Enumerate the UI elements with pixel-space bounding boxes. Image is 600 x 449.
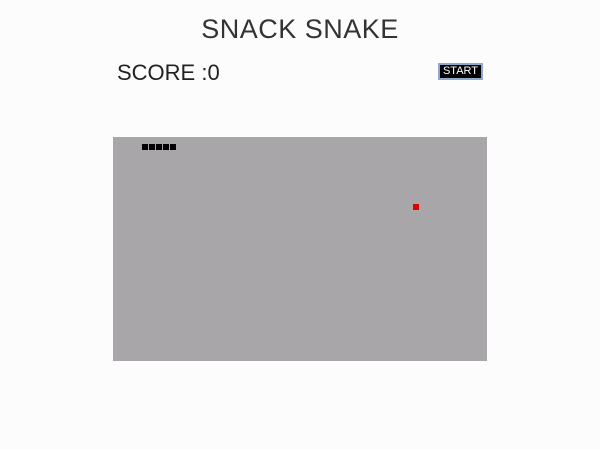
snake-segment xyxy=(163,144,169,150)
game-board[interactable] xyxy=(113,137,487,361)
start-button[interactable]: START xyxy=(438,63,483,80)
snake-segment xyxy=(149,144,155,150)
game-title: SNACK SNAKE xyxy=(201,14,399,44)
food-pellet xyxy=(413,204,419,210)
snake-segment xyxy=(170,144,176,150)
snake-segment xyxy=(142,144,148,150)
snake-segment xyxy=(156,144,162,150)
score-display: SCORE :0 xyxy=(117,60,220,85)
game-page: SNACK SNAKE SCORE :0 START xyxy=(0,0,600,449)
